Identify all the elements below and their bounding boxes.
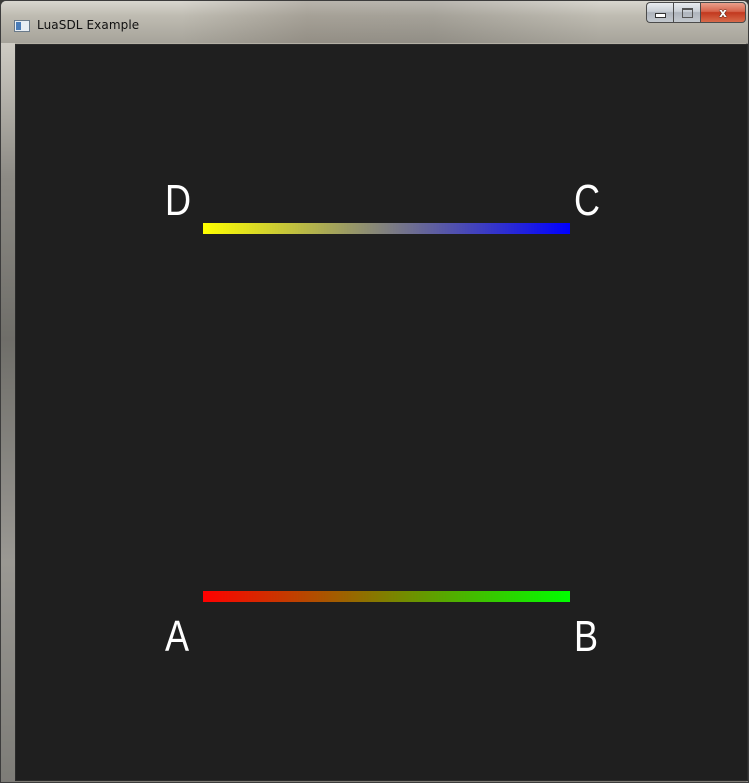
window-title: LuaSDL Example <box>37 18 140 32</box>
title-bar[interactable]: LuaSDL Example x <box>1 1 748 43</box>
gradient-line-a-b <box>203 591 570 602</box>
render-canvas: D C A B <box>15 44 748 781</box>
close-button[interactable]: x <box>700 2 746 23</box>
maximize-button[interactable] <box>673 2 700 23</box>
close-icon: x <box>719 5 727 20</box>
vertex-label-c: C <box>574 176 601 225</box>
app-window: LuaSDL Example x D C A B <box>0 0 749 783</box>
vertex-label-b: B <box>574 612 599 661</box>
vertex-label-a: A <box>165 612 190 661</box>
gradient-line-d-c <box>203 223 570 234</box>
vertex-label-d: D <box>165 176 192 225</box>
maximize-icon <box>681 7 693 18</box>
app-window-icon[interactable] <box>14 20 30 32</box>
window-frame-left <box>1 43 15 782</box>
minimize-button[interactable] <box>646 2 673 23</box>
minimize-icon <box>654 13 666 18</box>
window-controls: x <box>646 2 746 23</box>
